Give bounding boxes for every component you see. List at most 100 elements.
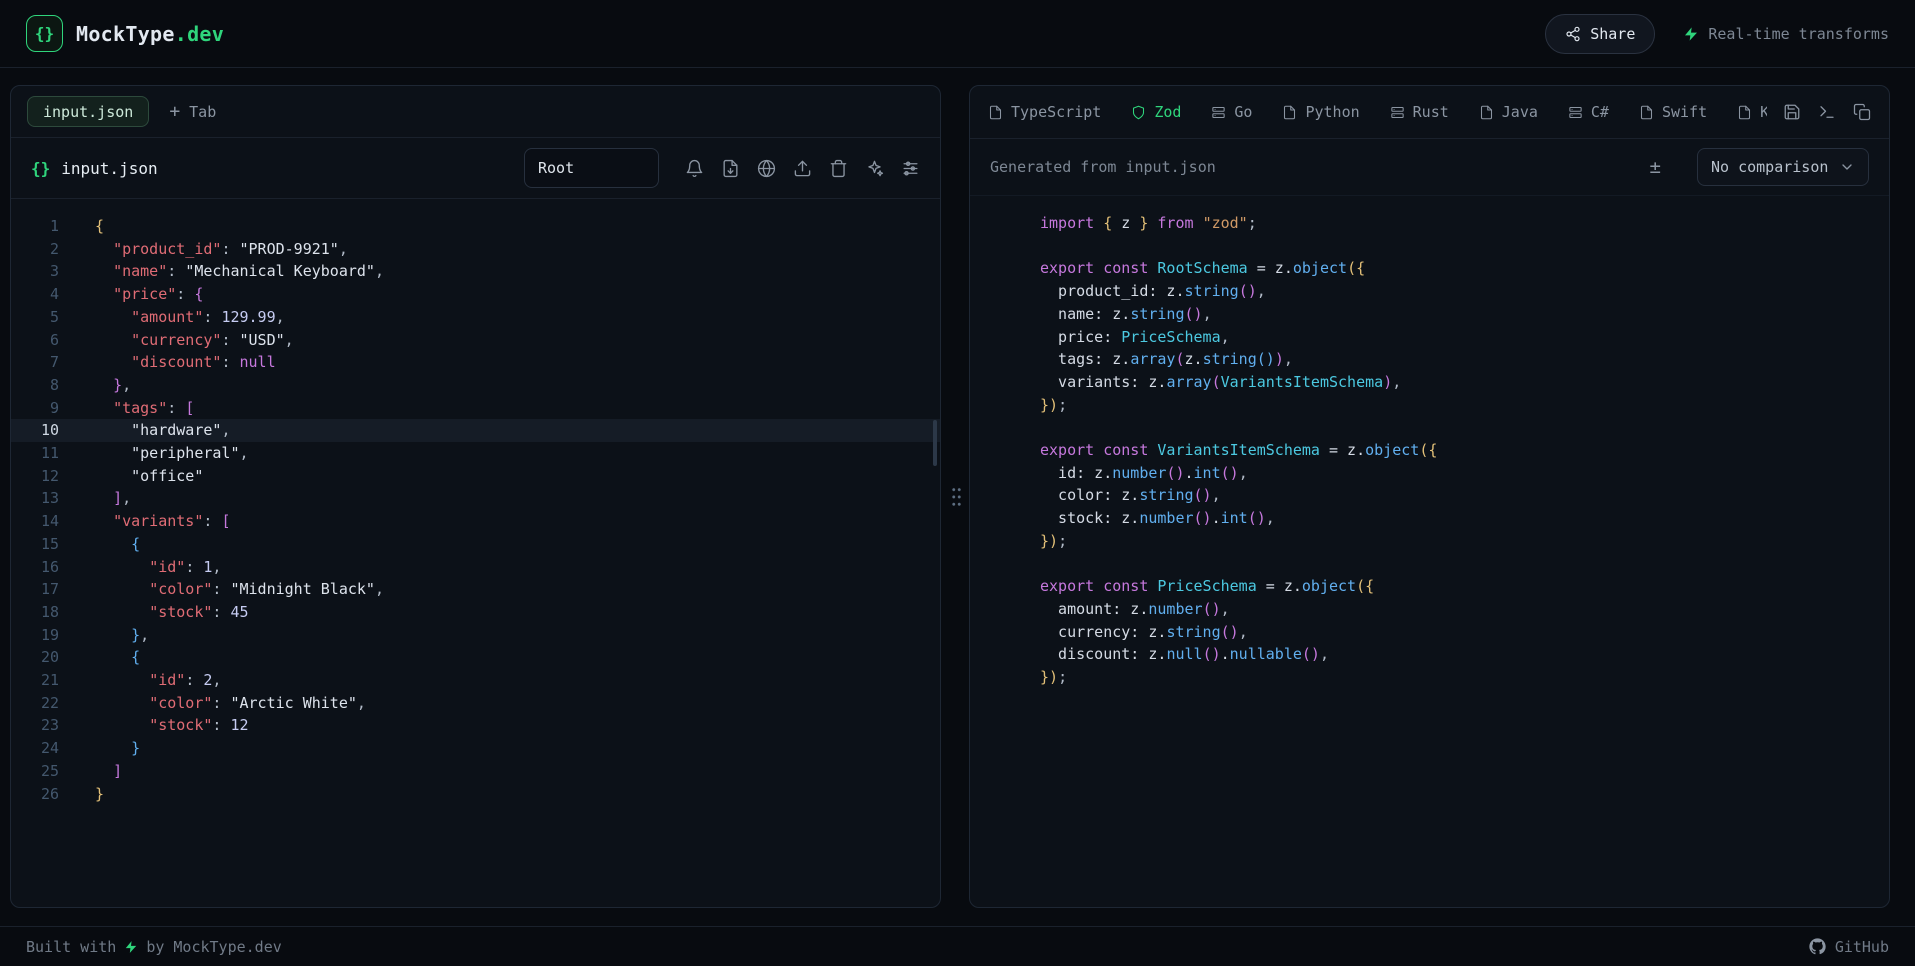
tab-rust[interactable]: Rust (1390, 103, 1449, 121)
json-editor[interactable]: 1{2 "product_id": "PROD-9921",3 "name": … (11, 199, 940, 907)
line-number: 8 (11, 374, 59, 397)
code-line[interactable]: 23 "stock": 12 (11, 714, 940, 737)
line-number: 21 (11, 669, 59, 692)
code-line[interactable]: 15 { (11, 533, 940, 556)
code-line[interactable]: 17 "color": "Midnight Black", (11, 578, 940, 601)
code-line[interactable]: 8 }, (11, 374, 940, 397)
code-line[interactable]: 7 "discount": null (11, 351, 940, 374)
line-content: } (95, 737, 140, 760)
plus-icon: + (169, 103, 180, 121)
code-line[interactable]: 4 "price": { (11, 283, 940, 306)
code-line[interactable]: 24 } (11, 737, 940, 760)
line-content: { (95, 533, 140, 556)
grip-icon (950, 485, 961, 507)
code-line[interactable]: 10 "hardware", (11, 419, 940, 442)
line-number: 26 (11, 783, 59, 806)
new-tab-label: Tab (189, 103, 216, 121)
terminal-button[interactable] (1818, 103, 1836, 121)
compare-button[interactable]: ± (1650, 158, 1661, 177)
line-number: 12 (11, 465, 59, 488)
sliders-icon (901, 159, 920, 178)
bell-button[interactable] (685, 159, 704, 178)
code-line[interactable]: 9 "tags": [ (11, 397, 940, 420)
line-content (1040, 555, 1049, 573)
share-button[interactable]: Share (1545, 14, 1655, 54)
line-number: 6 (11, 329, 59, 352)
comparison-value: No comparison (1711, 158, 1828, 176)
code-line[interactable]: 13 ], (11, 487, 940, 510)
trash-button[interactable] (829, 159, 848, 178)
code-line: id: z.number().int(), (1004, 462, 1889, 485)
sparkles-icon (865, 159, 884, 178)
logo[interactable]: {} (26, 15, 63, 52)
line-content: "price": { (95, 283, 203, 306)
code-line[interactable]: 11 "peripheral", (11, 442, 940, 465)
comparison-select[interactable]: No comparison (1697, 148, 1869, 186)
line-content: name: z.string(), (1040, 305, 1212, 323)
code-line[interactable]: 16 "id": 1, (11, 556, 940, 579)
code-line[interactable]: 26} (11, 783, 940, 806)
upload-button[interactable] (793, 159, 812, 178)
code-line[interactable]: 6 "currency": "USD", (11, 329, 940, 352)
line-content: color: z.string(), (1040, 486, 1221, 504)
file-tab-label: input.json (43, 103, 133, 121)
sparkles-button[interactable] (865, 159, 884, 178)
line-content: "name": "Mechanical Keyboard", (95, 260, 384, 283)
server-icon (1568, 105, 1583, 120)
code-line: name: z.string(), (1004, 303, 1889, 326)
tab-go[interactable]: Go (1211, 103, 1252, 121)
code-line[interactable]: 12 "office" (11, 465, 940, 488)
tab-typescript[interactable]: TypeScript (988, 103, 1101, 121)
code-line[interactable]: 5 "amount": 129.99, (11, 306, 940, 329)
code-line[interactable]: 20 { (11, 646, 940, 669)
root-name-input[interactable] (524, 148, 659, 188)
editor-scrollbar[interactable] (933, 420, 937, 466)
new-tab-button[interactable]: + Tab (169, 103, 216, 121)
code-line[interactable]: 14 "variants": [ (11, 510, 940, 533)
tab-swift[interactable]: Swift (1639, 103, 1707, 121)
tab-zod[interactable]: Zod (1131, 103, 1181, 121)
copy-button[interactable] (1853, 103, 1871, 121)
line-content: { (95, 215, 104, 238)
code-line[interactable]: 2 "product_id": "PROD-9921", (11, 238, 940, 261)
header: {} MockType.dev Share Real-time transfor… (0, 0, 1915, 68)
code-line: product_id: z.string(), (1004, 280, 1889, 303)
file-icon (1479, 105, 1494, 120)
code-line[interactable]: 19 }, (11, 624, 940, 647)
line-content: "office" (95, 465, 203, 488)
code-line[interactable]: 3 "name": "Mechanical Keyboard", (11, 260, 940, 283)
tab-java[interactable]: Java (1479, 103, 1538, 121)
generated-from-label: Generated from input.json (990, 158, 1216, 176)
tab-label: TypeScript (1011, 103, 1101, 121)
language-tabbar: TypeScript Zod Go Python Rust Java C# Swift Kotl… (970, 86, 1889, 139)
plus-minus-icon: ± (1650, 156, 1661, 178)
panel-resizer[interactable] (941, 85, 969, 926)
sliders-button[interactable] (901, 159, 920, 178)
tab-kotlin[interactable]: Kotlin (1737, 103, 1767, 121)
save-button[interactable] (1783, 103, 1801, 121)
line-number: 20 (11, 646, 59, 669)
code-line: export const VariantsItemSchema = z.obje… (1004, 439, 1889, 462)
tab-python[interactable]: Python (1282, 103, 1359, 121)
shield-icon (1131, 105, 1146, 120)
line-content: }, (95, 374, 131, 397)
line-content: id: z.number().int(), (1040, 464, 1248, 482)
line-content: "hardware", (95, 419, 230, 442)
code-line[interactable]: 21 "id": 2, (11, 669, 940, 692)
globe-button[interactable] (757, 159, 776, 178)
github-link[interactable]: GitHub (1809, 938, 1889, 956)
code-line[interactable]: 22 "color": "Arctic White", (11, 692, 940, 715)
file-icon (1639, 105, 1654, 120)
tab-c[interactable]: C# (1568, 103, 1609, 121)
line-number: 19 (11, 624, 59, 647)
file-export-button[interactable] (721, 159, 740, 178)
code-line[interactable]: 25 ] (11, 760, 940, 783)
code-line[interactable]: 1{ (11, 215, 940, 238)
line-number: 10 (11, 419, 59, 442)
tab-label: Kotlin (1760, 103, 1767, 121)
tab-input-json[interactable]: input.json (27, 96, 149, 127)
line-content: } (95, 783, 104, 806)
code-line[interactable]: 18 "stock": 45 (11, 601, 940, 624)
line-content: "discount": null (95, 351, 276, 374)
copy-icon (1853, 103, 1871, 121)
